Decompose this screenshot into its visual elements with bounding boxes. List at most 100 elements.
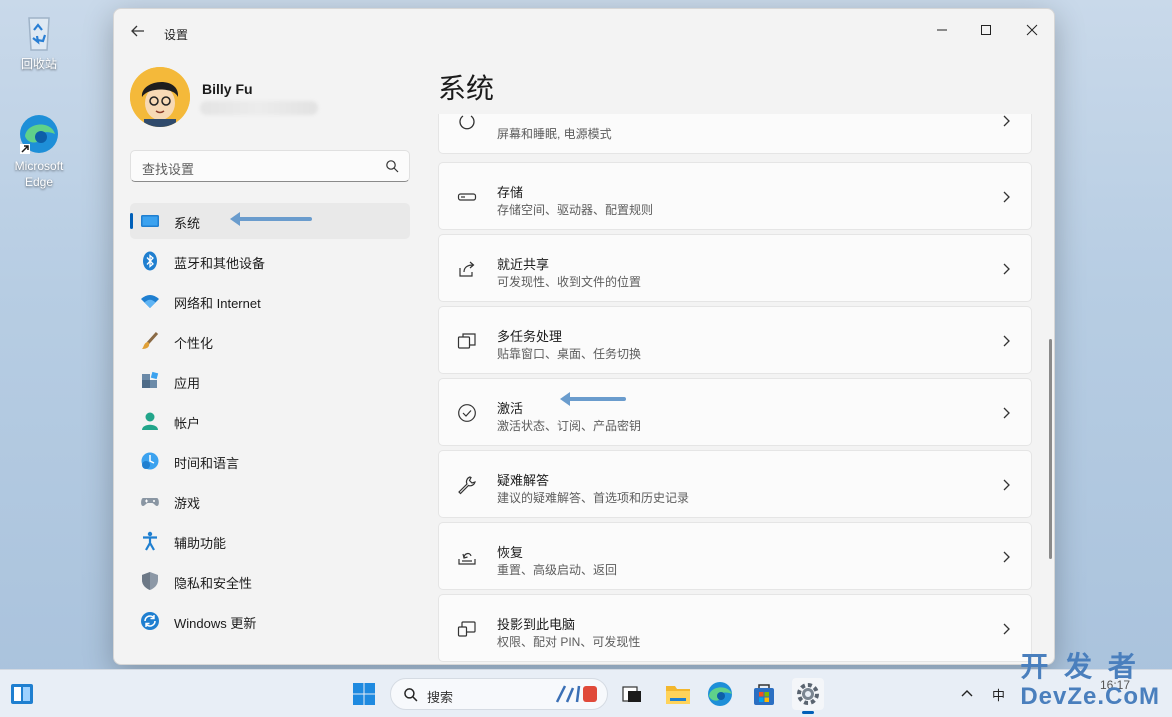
file-explorer-button[interactable] <box>662 678 694 710</box>
multitask-icon <box>457 333 476 349</box>
chevron-right-icon <box>1003 479 1010 491</box>
check-circle-icon <box>458 404 476 422</box>
sidebar-item-time-language[interactable]: 时间和语言 <box>130 443 410 479</box>
share-icon <box>459 261 475 277</box>
system-icon <box>141 215 159 227</box>
card-troubleshoot[interactable]: 疑难解答 建议的疑难解答、首选项和历史记录 <box>438 450 1032 518</box>
card-subtitle: 屏幕和睡眠, 电源模式 <box>497 127 612 141</box>
recycle-bin-icon <box>17 10 61 54</box>
project-icon <box>457 621 476 637</box>
back-button[interactable] <box>128 23 148 43</box>
sidebar-item-windows-update[interactable]: Windows 更新 <box>130 603 410 639</box>
card-activation[interactable]: 激活 激活状态、订阅、产品密钥 <box>438 378 1032 446</box>
widgets-icon <box>11 684 33 704</box>
scrollbar[interactable] <box>1049 339 1052 559</box>
avatar[interactable] <box>130 67 190 127</box>
sidebar-item-label: 游戏 <box>174 496 201 511</box>
clock-globe-icon <box>141 452 159 470</box>
storage-icon <box>457 193 477 201</box>
settings-window: 设置 Billy Fu 查找设置 系统 蓝牙和其他设备 网络和 Internet… <box>113 8 1055 665</box>
search-icon <box>404 688 418 702</box>
start-button[interactable] <box>348 678 380 710</box>
back-arrow-icon <box>131 25 144 37</box>
card-title: 就近共享 <box>497 257 550 272</box>
bluetooth-icon <box>143 251 157 271</box>
watermark-line1: 开 发 者 <box>1020 651 1140 682</box>
widgets-button[interactable] <box>6 678 38 710</box>
taskbar-search[interactable]: 搜索 <box>390 678 608 710</box>
edge-icon <box>708 682 732 706</box>
card-subtitle: 重置、高级启动、返回 <box>497 563 618 577</box>
desktop-edge[interactable]: Microsoft Edge <box>4 112 74 190</box>
sidebar-nav: 系统 蓝牙和其他设备 网络和 Internet 个性化 应用 帐户 时间和语言 <box>130 203 410 643</box>
card-subtitle: 激活状态、订阅、产品密钥 <box>497 419 642 433</box>
card-subtitle: 建议的疑难解答、首选项和历史记录 <box>497 491 690 505</box>
card-title: 激活 <box>497 401 524 416</box>
search-placeholder: 查找设置 <box>142 162 195 177</box>
close-icon <box>1026 24 1038 36</box>
page-title: 系统 <box>438 73 495 104</box>
sidebar-item-accessibility[interactable]: 辅助功能 <box>130 523 410 559</box>
taskbar: 搜索 中 16:17 <box>0 669 1172 717</box>
card-multitasking[interactable]: 多任务处理 贴靠窗口、桌面、任务切换 <box>438 306 1032 374</box>
card-nearby-sharing[interactable]: 就近共享 可发现性、收到文件的位置 <box>438 234 1032 302</box>
task-view-button[interactable] <box>616 678 648 710</box>
chevron-right-icon <box>1003 623 1010 635</box>
sidebar-item-system[interactable]: 系统 <box>130 203 410 239</box>
card-power[interactable]: 屏幕和睡眠, 电源模式 <box>438 114 1032 154</box>
search-icon <box>386 160 399 173</box>
sidebar-item-label: 辅助功能 <box>174 536 227 551</box>
sidebar-item-personalization[interactable]: 个性化 <box>130 323 410 359</box>
minimize-icon <box>937 29 947 31</box>
settings-taskbar-button[interactable] <box>792 678 824 714</box>
active-app-indicator <box>802 711 814 714</box>
card-title: 恢复 <box>497 545 524 560</box>
card-title: 投影到此电脑 <box>497 617 576 632</box>
wifi-icon <box>141 295 159 308</box>
wrench-icon <box>458 476 476 495</box>
card-project-to-pc[interactable]: 投影到此电脑 权限、配对 PIN、可发现性 <box>438 594 1032 662</box>
shield-icon <box>142 572 158 590</box>
chevron-up-icon[interactable] <box>960 686 974 700</box>
search-input[interactable]: 查找设置 <box>130 150 410 182</box>
edge-icon <box>17 112 61 156</box>
settings-list: 屏幕和睡眠, 电源模式 存储 存储空间、驱动器、配置规则 就近共享 可发现性、收… <box>438 114 1032 664</box>
search-highlight-icon <box>555 685 597 703</box>
edge-taskbar-button[interactable] <box>704 678 736 710</box>
taskbar-search-placeholder: 搜索 <box>427 690 454 705</box>
sidebar-item-label: 系统 <box>174 216 201 231</box>
card-subtitle: 权限、配对 PIN、可发现性 <box>497 635 641 649</box>
maximize-button[interactable] <box>964 15 1008 47</box>
sidebar-item-gaming[interactable]: 游戏 <box>130 483 410 519</box>
chevron-right-icon <box>1003 115 1010 127</box>
chevron-right-icon <box>1003 551 1010 563</box>
folder-icon <box>666 686 690 704</box>
gamepad-icon <box>141 498 159 506</box>
power-icon <box>459 115 475 130</box>
card-title: 多任务处理 <box>497 329 563 344</box>
chevron-right-icon <box>1003 407 1010 419</box>
sidebar-item-bluetooth[interactable]: 蓝牙和其他设备 <box>130 243 410 279</box>
sidebar-item-privacy[interactable]: 隐私和安全性 <box>130 563 410 599</box>
sidebar-item-label: 帐户 <box>174 416 201 431</box>
sidebar-item-apps[interactable]: 应用 <box>130 363 410 399</box>
sidebar-item-label: 网络和 Internet <box>174 296 261 311</box>
recycle-bin-label: 回收站 <box>20 57 57 71</box>
recovery-icon <box>458 552 476 565</box>
store-button[interactable] <box>748 678 780 710</box>
ime-indicator[interactable]: 中 <box>992 685 1005 704</box>
desktop-recycle-bin[interactable]: 回收站 <box>4 10 74 72</box>
close-button[interactable] <box>1010 15 1054 47</box>
card-recovery[interactable]: 恢复 重置、高级启动、返回 <box>438 522 1032 590</box>
annotation-arrow-activation <box>560 392 626 406</box>
sidebar-item-network[interactable]: 网络和 Internet <box>130 283 410 319</box>
watermark-line2: DevZe.CoM <box>1020 683 1160 710</box>
minimize-button[interactable] <box>920 15 964 47</box>
chevron-right-icon <box>1003 335 1010 347</box>
card-storage[interactable]: 存储 存储空间、驱动器、配置规则 <box>438 162 1032 230</box>
gear-icon <box>797 683 819 705</box>
accessibility-icon <box>143 531 157 551</box>
sidebar-item-accounts[interactable]: 帐户 <box>130 403 410 439</box>
card-title: 疑难解答 <box>497 473 550 488</box>
maximize-icon <box>981 25 991 35</box>
